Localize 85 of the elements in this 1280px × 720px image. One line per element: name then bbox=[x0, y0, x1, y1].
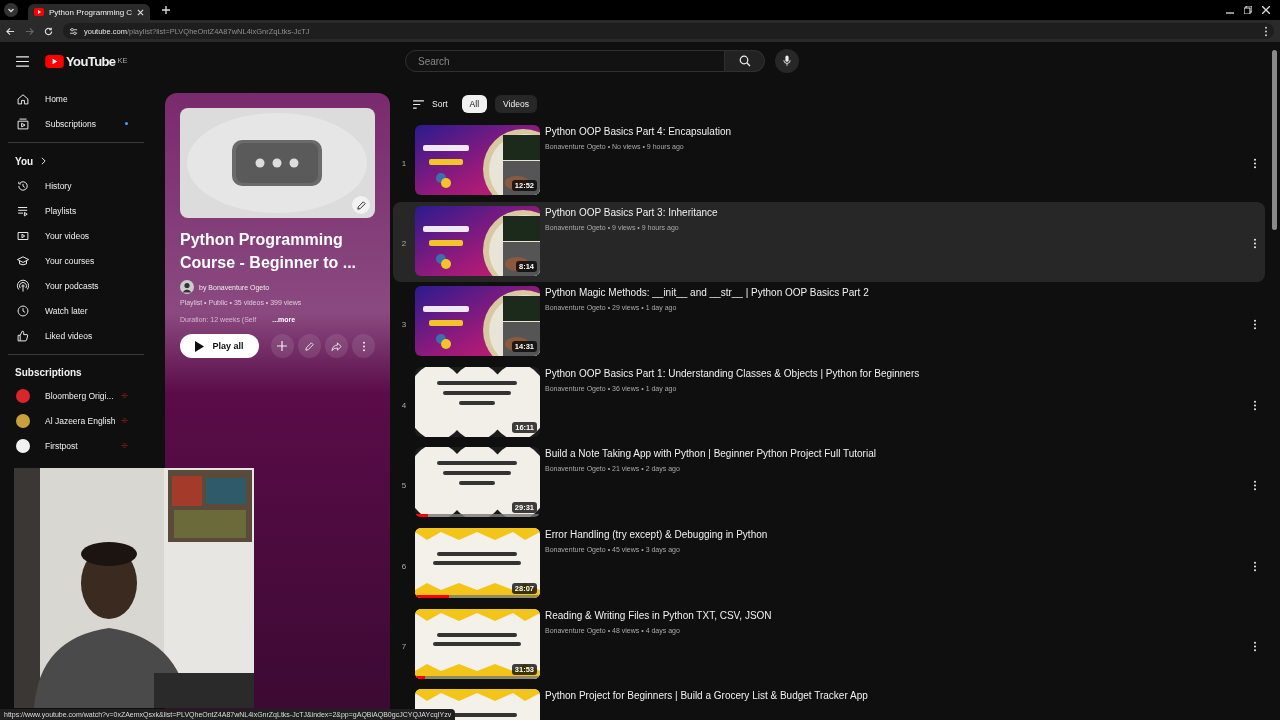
chevron-right-icon bbox=[41, 157, 47, 165]
video-title[interactable]: Python OOP Basics Part 4: Encapsulation bbox=[545, 125, 732, 139]
video-title[interactable]: Reading & Writing Files in Python TXT, CSV, JSON bbox=[545, 608, 772, 623]
sidebar-item[interactable]: Your videos bbox=[0, 223, 140, 248]
search-field[interactable]: Search bbox=[405, 50, 725, 72]
microphone-button[interactable] bbox=[775, 49, 799, 73]
sidebar-item[interactable]: Your courses bbox=[0, 248, 140, 273]
more-icon[interactable] bbox=[1264, 25, 1268, 37]
pencil-icon bbox=[304, 340, 315, 352]
new-tab-icon[interactable] bbox=[162, 6, 171, 14]
video-index: 4 bbox=[401, 400, 407, 410]
browser-tab[interactable]: Python Programming C bbox=[28, 4, 151, 20]
channel-item[interactable]: Firstpost bbox=[0, 433, 140, 458]
site-info-icon bbox=[69, 26, 78, 36]
sort-button[interactable]: Sort bbox=[413, 99, 454, 109]
channel-item[interactable]: Bloomberg Origi... bbox=[0, 383, 140, 408]
courses-icon bbox=[16, 253, 30, 268]
tab-list-icon[interactable] bbox=[4, 3, 18, 17]
add-button[interactable] bbox=[270, 334, 294, 358]
home-icon bbox=[16, 91, 30, 106]
avatar-icon bbox=[180, 280, 194, 294]
more-icon bbox=[1253, 399, 1257, 411]
close-icon[interactable] bbox=[137, 8, 145, 16]
like-icon bbox=[16, 328, 30, 343]
menu-icon[interactable] bbox=[16, 55, 29, 67]
video-index: 5 bbox=[401, 481, 407, 491]
reload-icon[interactable] bbox=[44, 26, 53, 36]
live-icon bbox=[120, 443, 129, 448]
video-title[interactable]: Python OOP Basics Part 1: Understanding Classes & Objects | Python for Beginners bbox=[545, 366, 920, 381]
video-title[interactable]: Python OOP Basics Part 3: Inheritance bbox=[545, 205, 718, 220]
logo-icon[interactable] bbox=[45, 54, 64, 68]
video-index: 2 bbox=[401, 239, 407, 249]
video-title[interactable]: Build a Note Taking App with Python | Beginner Python Project Full Tutorial bbox=[545, 447, 876, 462]
video-index: 1 bbox=[401, 158, 407, 168]
video-title[interactable]: Python Project for Beginners | Build a Grocery List & Budget Tracker App bbox=[545, 689, 868, 704]
edit-button[interactable] bbox=[298, 334, 321, 358]
more-button[interactable] bbox=[352, 334, 376, 358]
subscriptions-icon bbox=[16, 116, 30, 131]
scrollbar[interactable] bbox=[1272, 50, 1277, 230]
history-icon bbox=[16, 178, 30, 193]
more-icon bbox=[1253, 480, 1257, 492]
more-icon bbox=[1253, 157, 1257, 169]
filter-chip[interactable]: All bbox=[461, 95, 488, 113]
sidebar-item[interactable]: Watch later bbox=[0, 298, 140, 323]
section-title: Subscriptions bbox=[14, 365, 82, 380]
video-title[interactable]: Python Magic Methods: __init__ and __str__ | Python OOP Basics Part 2 bbox=[545, 286, 869, 301]
more-icon bbox=[1253, 560, 1257, 572]
you-section-link[interactable]: You bbox=[0, 149, 47, 173]
more-icon bbox=[1253, 319, 1257, 330]
playlist-title: Python Programming Course - Beginner to ... bbox=[180, 230, 357, 273]
podcasts-icon bbox=[16, 278, 30, 293]
video-index: 3 bbox=[401, 320, 407, 329]
video-title[interactable]: Error Handling (try except) & Debugging in Python bbox=[545, 527, 768, 542]
share-icon bbox=[331, 340, 342, 352]
live-icon bbox=[120, 393, 129, 398]
sidebar-item[interactable]: Subscriptions bbox=[0, 111, 140, 136]
live-icon bbox=[120, 418, 129, 423]
more-icon bbox=[1253, 641, 1257, 653]
sort-icon bbox=[413, 99, 424, 109]
microphone-icon bbox=[783, 55, 791, 67]
filter-chip[interactable]: Videos bbox=[495, 95, 537, 113]
sidebar-item[interactable]: Your podcasts bbox=[0, 273, 140, 298]
search-icon bbox=[738, 55, 751, 67]
share-button[interactable] bbox=[325, 334, 348, 358]
clock-icon bbox=[16, 303, 30, 318]
play-all-button[interactable]: Play all bbox=[180, 334, 259, 358]
close-icon[interactable] bbox=[1262, 6, 1270, 14]
more-icon bbox=[1253, 238, 1257, 250]
search-button[interactable] bbox=[725, 50, 765, 72]
sidebar-item[interactable]: Home bbox=[0, 86, 140, 111]
tab-title: Python Programming C bbox=[49, 7, 133, 17]
channel-item[interactable]: Al Jazeera English bbox=[0, 408, 140, 433]
more-icon bbox=[361, 340, 366, 352]
restore-icon[interactable] bbox=[1244, 6, 1252, 14]
sidebar-item[interactable]: History bbox=[0, 173, 140, 198]
video-index: 6 bbox=[401, 561, 407, 571]
sidebar-item[interactable]: Playlists bbox=[0, 198, 140, 223]
sidebar-item[interactable]: Liked videos bbox=[0, 323, 140, 348]
play-icon bbox=[195, 340, 205, 352]
logo-text[interactable]: YouTube bbox=[66, 53, 116, 69]
pencil-icon bbox=[355, 199, 367, 211]
video-index: 7 bbox=[401, 642, 407, 652]
back-icon[interactable] bbox=[6, 26, 15, 36]
favicon-icon bbox=[34, 8, 44, 16]
plus-icon bbox=[277, 341, 288, 351]
